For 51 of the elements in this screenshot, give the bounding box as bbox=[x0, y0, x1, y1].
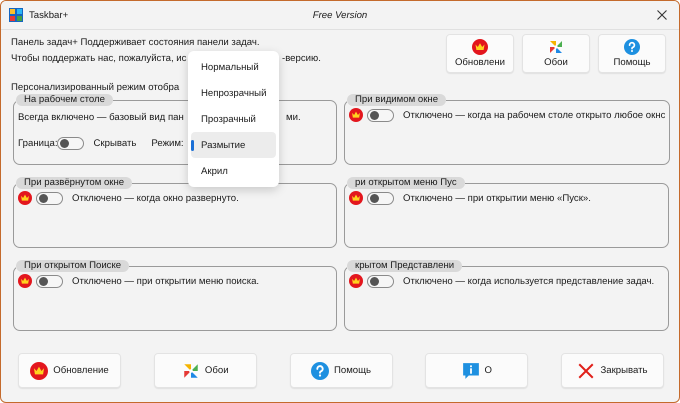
description-text: Отключено — когда используется представление задач. bbox=[403, 276, 654, 286]
info-icon bbox=[462, 362, 480, 380]
toggle-switch[interactable] bbox=[57, 136, 84, 150]
edition-label: Free Version bbox=[312, 10, 368, 20]
window-title: Taskbar+ bbox=[29, 10, 68, 20]
menu-item[interactable]: Акрил bbox=[191, 158, 276, 184]
app-logo-icon bbox=[9, 8, 23, 22]
pinwheel-icon bbox=[548, 39, 564, 55]
toggle-switch[interactable] bbox=[367, 192, 394, 204]
group-title: На рабочем столе bbox=[16, 94, 113, 106]
help-button[interactable]: Помощь bbox=[598, 34, 666, 73]
description-text: Отключено — при открытии меню поиска. bbox=[72, 276, 260, 286]
crown-icon bbox=[30, 362, 48, 380]
wallpaper-button[interactable]: Обои bbox=[522, 34, 590, 73]
close-button[interactable]: Закрывать bbox=[561, 353, 664, 388]
pinwheel-icon bbox=[182, 362, 200, 380]
section-heading: Персонализированный режим отобра bbox=[11, 82, 180, 93]
about-button[interactable]: О bbox=[425, 353, 528, 388]
toggle-switch[interactable] bbox=[36, 192, 63, 204]
description-text: Отключено — когда окно развернуто. bbox=[72, 192, 239, 204]
help-icon bbox=[624, 39, 640, 55]
group-title: крытом Представлени bbox=[347, 260, 462, 272]
group-title: ри открытом меню Пус bbox=[347, 177, 465, 189]
menu-item[interactable]: Непрозрачный bbox=[191, 80, 276, 106]
description-text: Отключено — когда на рабочем столе открыто любое окнс bbox=[403, 110, 666, 120]
intro-text: -версию. bbox=[282, 53, 321, 64]
group-title: При видимом окне bbox=[347, 94, 446, 106]
update-button[interactable]: Обновление bbox=[18, 353, 121, 388]
border-label: Граница: bbox=[18, 138, 58, 148]
close-icon[interactable] bbox=[657, 10, 667, 20]
mode-label: Режим: bbox=[151, 138, 184, 148]
menu-item[interactable]: Прозрачный bbox=[191, 106, 276, 132]
description-text: Всегда включено — базовый вид пан bbox=[18, 112, 184, 122]
intro-text: Чтобы поддержать нас, пожалуйста, ис bbox=[11, 53, 186, 64]
intro-text: Панель задач+ Поддерживает состояния панели задач. bbox=[11, 36, 261, 50]
menu-item[interactable]: Размытие bbox=[191, 132, 276, 158]
wallpaper-button[interactable]: Обои bbox=[154, 353, 257, 388]
update-button[interactable]: Обновлени bbox=[446, 34, 514, 73]
help-button[interactable]: Помощь bbox=[290, 353, 392, 388]
toggle-switch[interactable] bbox=[367, 108, 394, 122]
crown-icon bbox=[472, 39, 488, 55]
close-icon bbox=[577, 362, 596, 380]
hide-label[interactable]: Скрывать bbox=[93, 138, 136, 148]
toggle-switch[interactable] bbox=[36, 274, 63, 288]
menu-item[interactable]: Нормальный bbox=[191, 54, 276, 80]
description-text: Отключено — при открытии меню «Пуск». bbox=[403, 192, 591, 204]
group-title: При открытом Поиске bbox=[16, 260, 130, 272]
toggle-switch[interactable] bbox=[367, 274, 394, 288]
description-text: ми. bbox=[286, 112, 301, 122]
help-icon bbox=[310, 362, 329, 380]
group-title: При развёрнутом окне bbox=[16, 177, 132, 189]
